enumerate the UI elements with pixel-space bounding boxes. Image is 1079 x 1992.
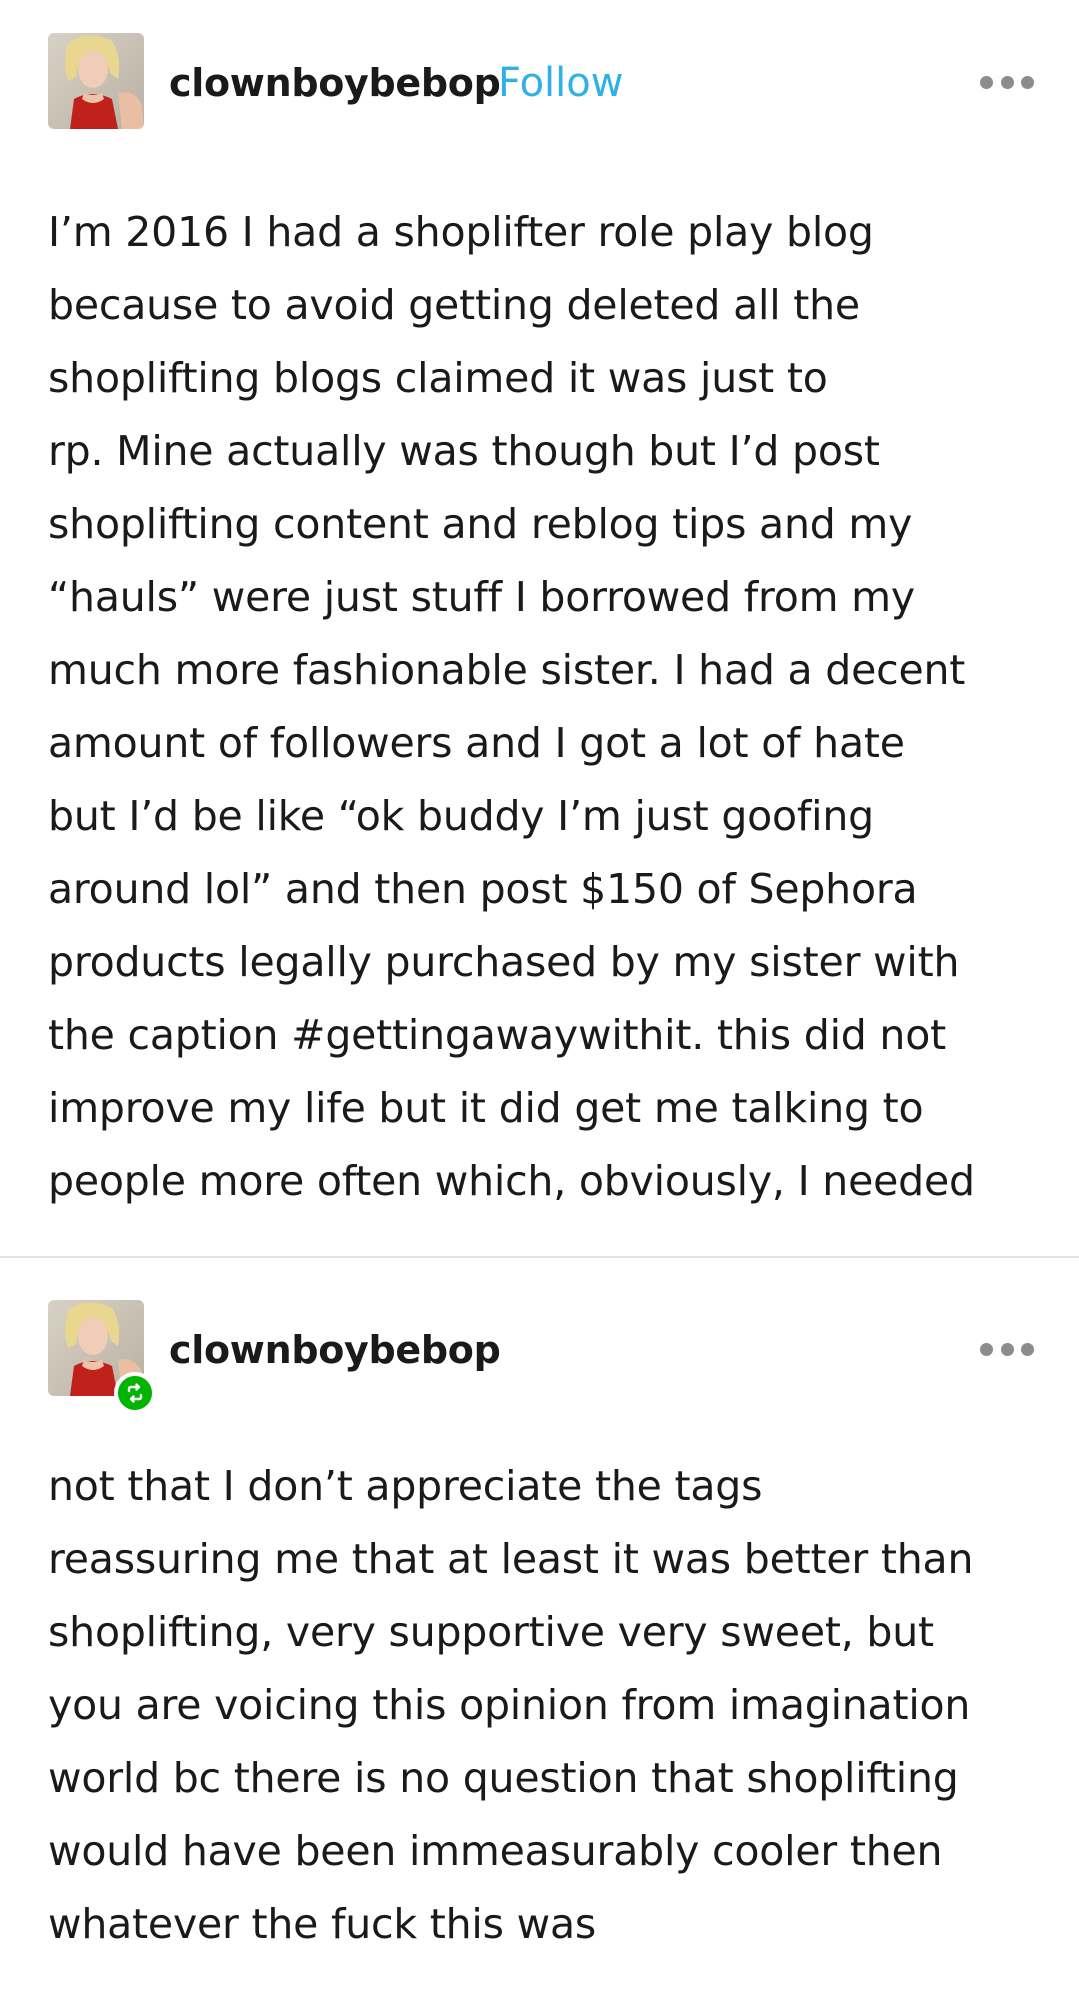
post-text-line: rp. Mine actually was though but I’d pos… [48,427,880,475]
post-text-line: “hauls” were just stuff I borrowed from … [48,573,915,621]
post-text-line: shoplifting blogs claimed it was just to [48,354,828,402]
post-text-line: improve my life but it did get me talkin… [48,1084,924,1132]
follow-button[interactable]: Follow [498,61,623,105]
post-text-line: shoplifting content and reblog tips and … [48,500,913,548]
dot [1000,1342,1014,1356]
post-text-line: reassuring me that at least it was bette… [48,1535,974,1583]
post-text-line: people more often which, obviously, I ne… [48,1157,975,1205]
dot [980,75,993,89]
post-text-line: amount of followers and I got a lot of h… [48,719,905,767]
dot [1000,75,1014,89]
post-reblog: clownboybebop not that I don’t appreciat… [0,1258,1079,1992]
user-avatar[interactable] [48,33,144,129]
post-username[interactable]: clownboybebop [169,1328,501,1372]
reblog-icon [114,1372,156,1414]
post-text-line: the caption #gettingawaywithit. this did… [48,1011,946,1059]
post-text-line: you are voicing this opinion from imagin… [48,1681,971,1729]
post-body: not that I don’t appreciate the tags rea… [48,1450,1048,1961]
avatar-image [48,33,144,129]
dot [1021,1342,1034,1356]
post-text-line: shoplifting, very supportive very sweet,… [48,1608,934,1656]
post-text-line: but I’d be like “ok buddy I’m just goofi… [48,792,874,840]
post-text-line: world bc there is no question that shopl… [48,1754,959,1802]
post-text-line: would have been immeasurably cooler then [48,1827,943,1875]
ellipsis-icon[interactable] [980,1342,1034,1356]
post-text-line: much more fashionable sister. I had a de… [48,646,966,694]
post-text-line: whatever the fuck this was [48,1900,597,1948]
post-text-line: not that I don’t appreciate the tags [48,1462,763,1510]
post-body: I’m 2016 I had a shoplifter role play bl… [48,196,1048,1218]
post-text-line: around lol” and then post $150 of Sephor… [48,865,918,913]
post-username[interactable]: clownboybebop [169,61,501,105]
post-text-line: I’m 2016 I had a shoplifter role play bl… [48,208,874,256]
post-text-line: products legally purchased by my sister … [48,938,960,986]
post-text-line: because to avoid getting deleted all the [48,281,860,329]
dot [980,1342,993,1356]
dot [1021,75,1034,89]
ellipsis-icon[interactable] [980,75,1034,89]
post-original: clownboybebop Follow I’m 2016 I had a sh… [0,0,1079,1256]
